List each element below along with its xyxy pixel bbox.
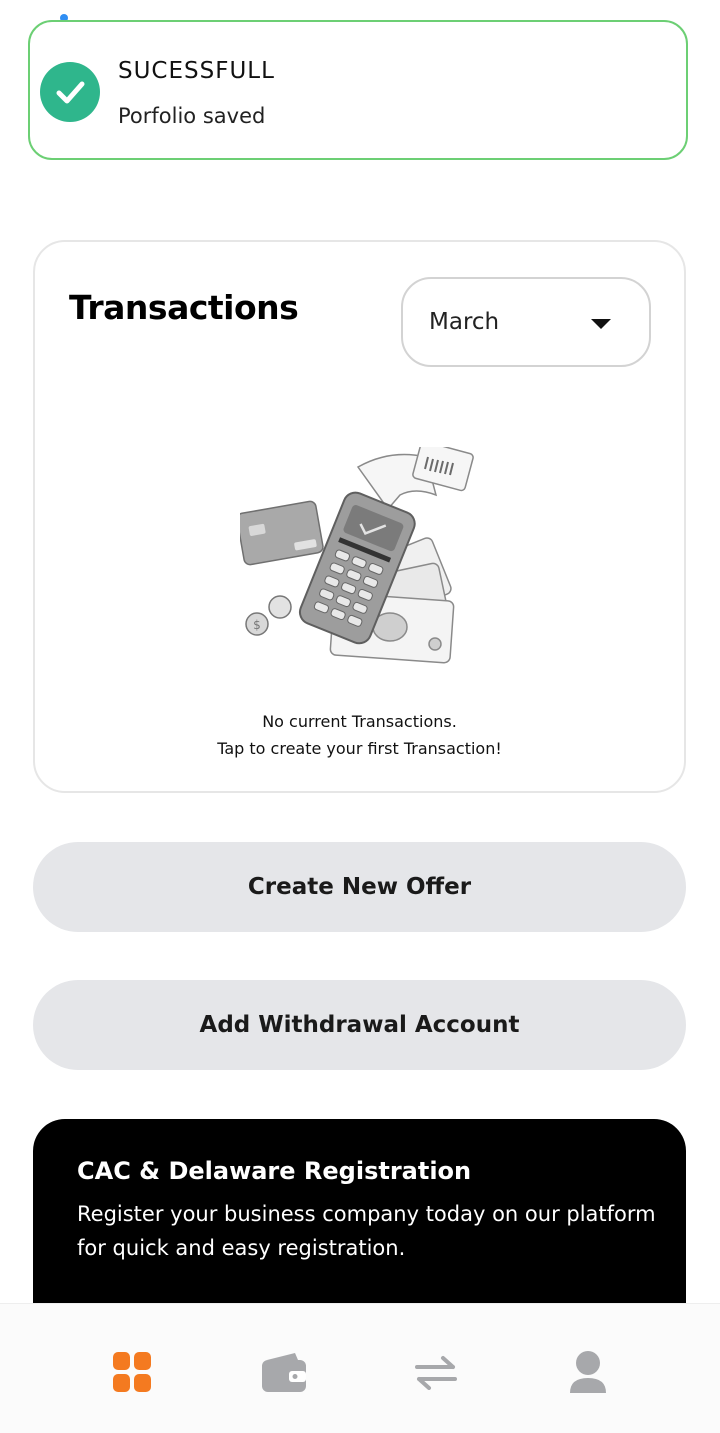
profile-icon — [570, 1351, 606, 1393]
wallet-icon — [262, 1353, 306, 1392]
nav-profile[interactable] — [564, 1348, 612, 1396]
month-dropdown-value: March — [429, 309, 500, 335]
empty-state-line2[interactable]: Tap to create your first Transaction! — [35, 739, 684, 758]
transactions-card: Transactions March $ No current Transact… — [33, 240, 686, 793]
registration-promo-card[interactable]: CAC & Delaware Registration Register you… — [33, 1119, 686, 1319]
promo-text: Register your business company today on … — [77, 1202, 656, 1260]
bottom-navigation — [0, 1303, 720, 1433]
toast-title: SUCESSFULL — [118, 58, 275, 84]
dashboard-icon — [113, 1352, 151, 1392]
create-new-offer-button[interactable]: Create New Offer — [33, 842, 686, 932]
transfer-icon — [415, 1356, 457, 1390]
month-dropdown[interactable]: March — [401, 277, 651, 367]
payment-terminal-illustration: $ — [240, 447, 474, 664]
promo-title: CAC & Delaware Registration — [77, 1157, 472, 1185]
caret-down-icon — [591, 319, 611, 329]
empty-state-line1: No current Transactions. — [262, 712, 457, 731]
transactions-title: Transactions — [69, 288, 299, 327]
toast-message: Porfolio saved — [118, 104, 266, 128]
nav-transfer[interactable] — [412, 1348, 460, 1396]
check-circle-icon — [40, 62, 100, 122]
add-withdrawal-account-button[interactable]: Add Withdrawal Account — [33, 980, 686, 1070]
success-toast: SUCESSFULL Porfolio saved — [28, 20, 688, 160]
nav-dashboard[interactable] — [108, 1348, 156, 1396]
nav-wallet[interactable] — [260, 1348, 308, 1396]
svg-text:$: $ — [253, 618, 261, 632]
